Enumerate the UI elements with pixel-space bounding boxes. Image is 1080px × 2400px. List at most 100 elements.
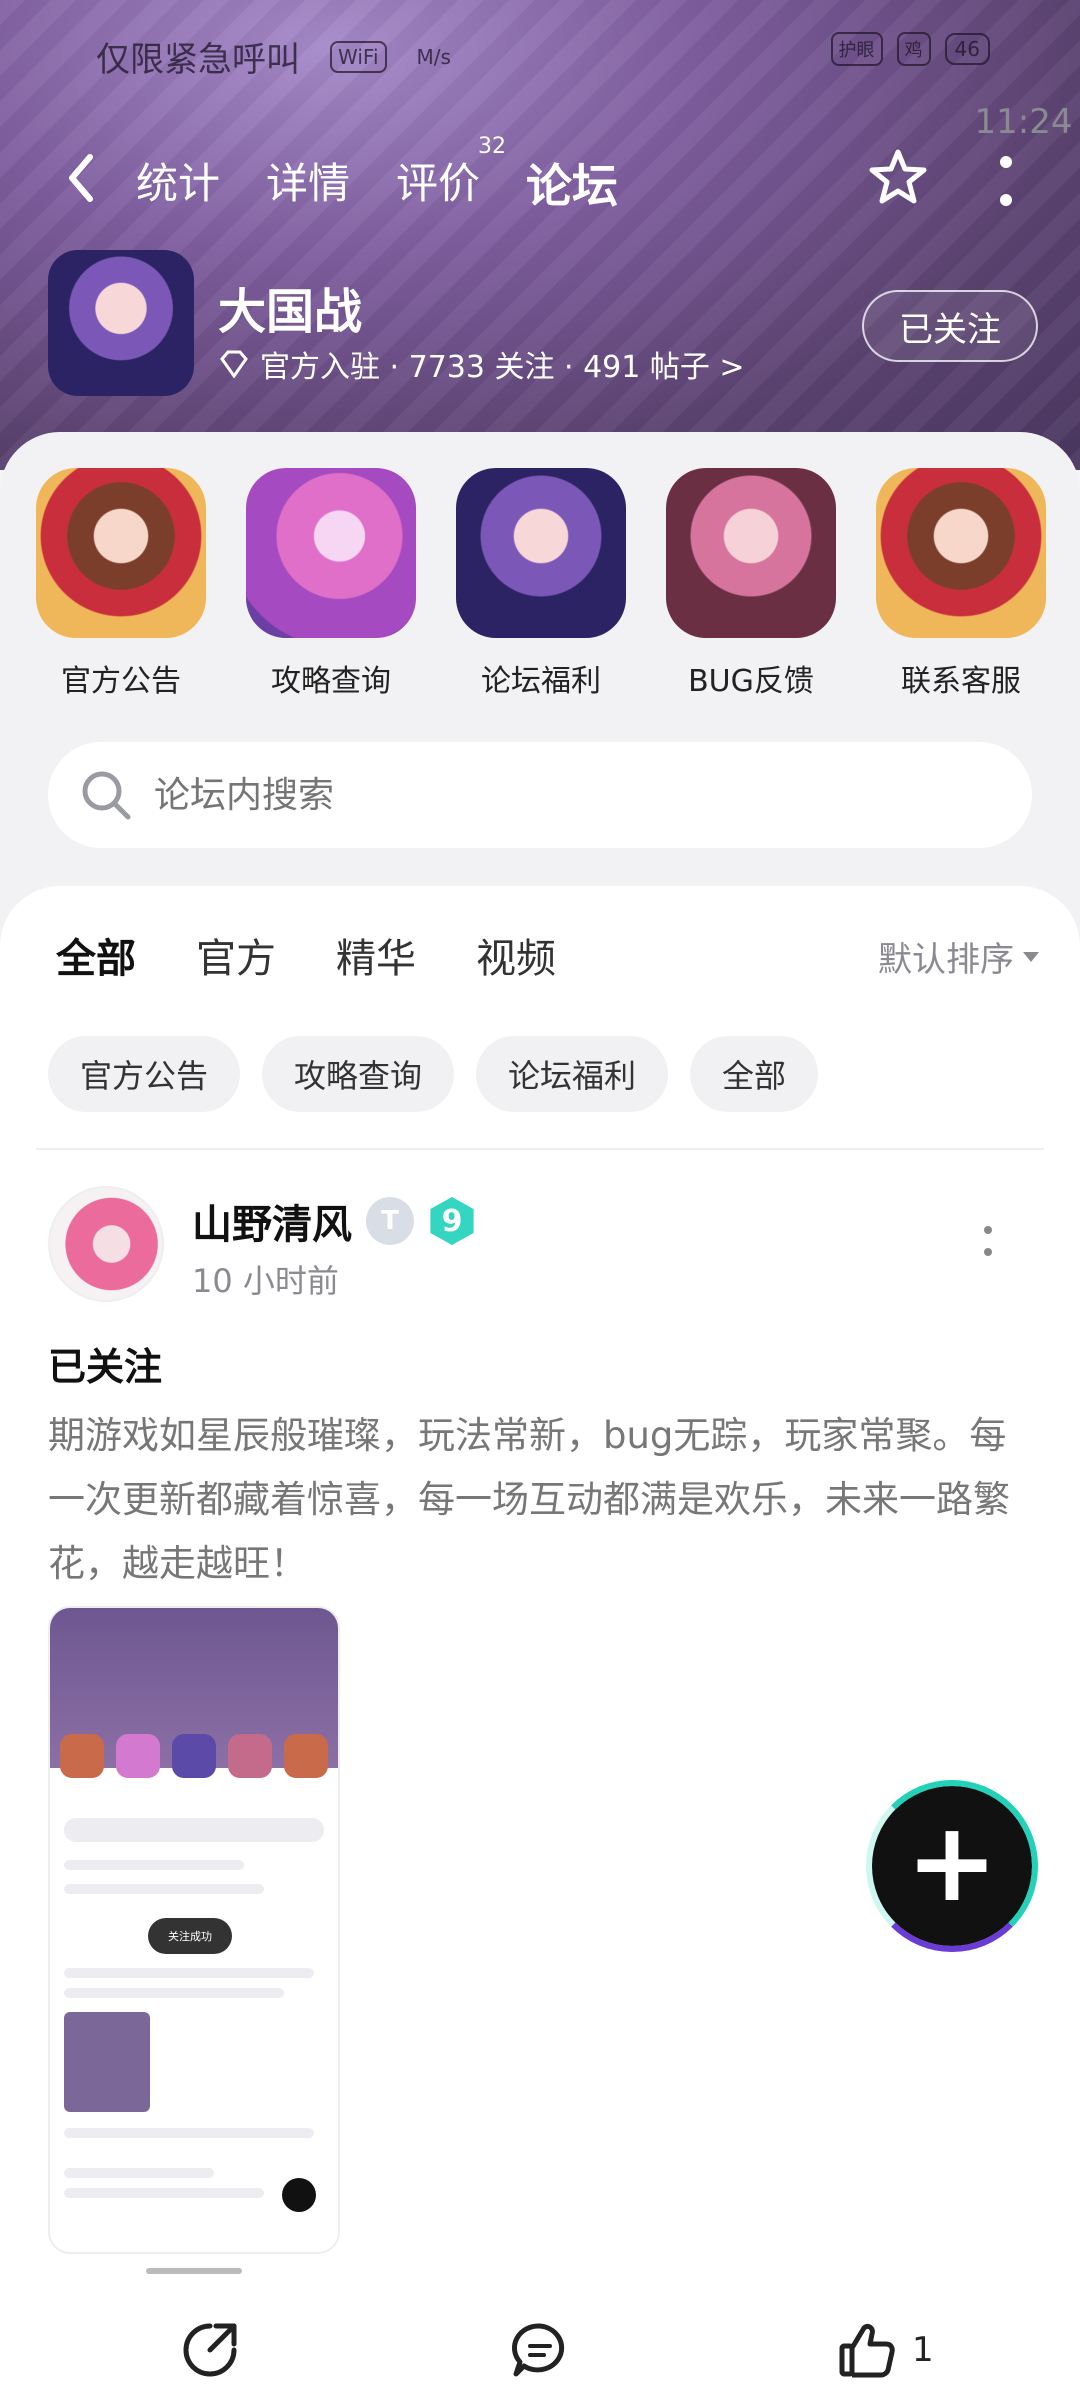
thumbnail-line xyxy=(64,2128,314,2138)
game-title: 大国战 xyxy=(218,284,363,340)
app-badge-icon: 鸡 xyxy=(896,32,931,66)
chip-guides[interactable]: 攻略查询 xyxy=(262,1036,455,1112)
thumbnail-toast: 关注成功 xyxy=(148,1918,232,1954)
quick-entry-label: 官方公告 xyxy=(61,664,181,699)
carrier-text: 仅限紧急呼叫 xyxy=(96,40,300,80)
tab-reviews[interactable]: 评价 32 xyxy=(396,134,506,216)
author-row: 山野清风 T 9 xyxy=(192,1192,476,1250)
home-indicator xyxy=(146,2268,242,2274)
top-tabs: 统计 详情 评价 32 论坛 xyxy=(136,134,625,224)
quick-entry-announcements[interactable]: 官方公告 xyxy=(36,468,206,700)
tab-details[interactable]: 详情 xyxy=(266,150,350,216)
feed-tab-featured[interactable]: 精华 xyxy=(336,926,416,984)
feed-tab-video[interactable]: 视频 xyxy=(476,926,556,984)
status-right: 护眼 鸡 46 11:24 xyxy=(830,32,1073,142)
quick-entry-welfare[interactable]: 论坛福利 xyxy=(456,468,626,700)
comment-button[interactable] xyxy=(510,2320,570,2380)
author-name[interactable]: 山野清风 xyxy=(192,1192,352,1250)
avatar[interactable] xyxy=(48,1186,164,1302)
search-icon xyxy=(82,771,131,820)
quick-entry-support[interactable]: 联系客服 xyxy=(876,468,1046,700)
like-count: 1 xyxy=(912,2330,934,2370)
follow-button[interactable]: 已关注 xyxy=(862,290,1038,362)
like-button[interactable]: 1 xyxy=(836,2320,934,2380)
title-badge-icon: T xyxy=(366,1197,414,1245)
eye-care-icon: 护眼 xyxy=(830,32,883,66)
caret-down-icon xyxy=(1023,951,1039,962)
top-navigation: 统计 详情 评价 32 论坛 xyxy=(0,130,1080,230)
thumbnail-line xyxy=(64,1988,284,1998)
thumbnail-line xyxy=(64,2168,214,2178)
feed-tab-all[interactable]: 全部 xyxy=(56,926,136,992)
search-bar[interactable] xyxy=(48,742,1032,848)
reviews-count-badge: 32 xyxy=(478,134,507,159)
thumbnail-tile xyxy=(116,1734,160,1778)
status-bar: 仅限紧急呼叫 WiFi M/s 护眼 鸡 46 11:24 xyxy=(0,20,1080,142)
chip-all[interactable]: 全部 xyxy=(690,1036,819,1112)
quick-entry-label: 联系客服 xyxy=(901,664,1021,699)
sort-label: 默认排序 xyxy=(878,940,1014,980)
plus-icon: + xyxy=(905,1798,999,1926)
battery-icon: 46 xyxy=(944,33,990,65)
tab-reviews-label: 评价 xyxy=(396,159,481,208)
post-time: 10 小时前 xyxy=(192,1262,339,1300)
share-icon xyxy=(183,2323,237,2377)
quick-entry-label: BUG反馈 xyxy=(688,664,814,699)
sort-dropdown[interactable]: 默认排序 xyxy=(878,932,1040,981)
more-icon[interactable] xyxy=(998,156,1014,206)
wifi-icon: WiFi xyxy=(330,40,387,73)
quick-entry-image xyxy=(876,468,1046,638)
feed-content: 全部 官方 精华 视频 默认排序 官方公告 攻略查询 论坛福利 全部 山野清风 xyxy=(0,886,1080,2400)
share-button[interactable] xyxy=(180,2320,240,2380)
divider xyxy=(36,1148,1044,1150)
thumbnail-tile xyxy=(60,1734,104,1778)
game-meta[interactable]: 官方入驻 · 7733 关注 · 491 帖子 > xyxy=(218,342,745,386)
quick-entry-image xyxy=(666,468,836,638)
network-speed: M/s xyxy=(416,44,451,69)
post-tag: 已关注 xyxy=(48,1345,163,1389)
post-more-icon[interactable] xyxy=(984,1226,998,1256)
tab-stats[interactable]: 统计 xyxy=(136,150,220,216)
thumbnail-tile xyxy=(282,2178,316,2212)
status-left: 仅限紧急呼叫 WiFi M/s xyxy=(96,32,451,81)
quick-entry-image xyxy=(246,468,416,638)
game-meta-text: 官方入驻 · 7733 关注 · 491 帖子 > xyxy=(260,350,745,385)
feed-tabs: 全部 官方 精华 视频 xyxy=(56,926,556,992)
thumbnail-tile xyxy=(284,1734,328,1778)
game-logo[interactable] xyxy=(48,250,194,396)
tab-forum[interactable]: 论坛 xyxy=(520,150,625,224)
feed-tab-official[interactable]: 官方 xyxy=(196,926,276,984)
quick-entry-image xyxy=(456,468,626,638)
back-arrow-icon[interactable] xyxy=(56,148,106,208)
quick-entry-label: 攻略查询 xyxy=(271,664,391,699)
forum-sheet: 官方公告 攻略查询 论坛福利 BUG反馈 联系客服 论坛内搜索 全部 官方 精华… xyxy=(0,432,1080,2400)
diamond-icon xyxy=(220,350,248,378)
game-info: 大国战 官方入驻 · 7733 关注 · 491 帖子 > 已关注 xyxy=(48,250,1038,400)
thumbnail-tile xyxy=(64,2012,150,2112)
thumbnail-line xyxy=(64,2188,264,2198)
quick-entries: 官方公告 攻略查询 论坛福利 BUG反馈 联系客服 xyxy=(36,468,1046,700)
quick-entry-bug-report[interactable]: BUG反馈 xyxy=(666,468,836,700)
chip-welfare[interactable]: 论坛福利 xyxy=(476,1036,669,1112)
forum-page: 仅限紧急呼叫 WiFi M/s 护眼 鸡 46 11:24 统计 详情 评价 3… xyxy=(0,0,1080,2400)
comment-icon xyxy=(511,2323,565,2377)
star-icon[interactable] xyxy=(866,146,930,210)
thumbnail-line xyxy=(64,1818,324,1842)
thumbnail-tile xyxy=(172,1734,216,1778)
level-badge: 9 xyxy=(430,1197,474,1245)
thumbnail-tile xyxy=(228,1734,272,1778)
thumbs-up-icon xyxy=(839,2323,895,2378)
search-input[interactable] xyxy=(154,774,954,816)
bottom-action-bar: 1 xyxy=(0,2300,1080,2400)
thumbnail-line xyxy=(64,1860,244,1870)
quick-entry-image xyxy=(36,468,206,638)
post-body: 期游戏如星辰般璀璨，玩法常新，bug无踪，玩家常聚。每一次更新都藏着惊喜，每一场… xyxy=(48,1414,1010,1585)
thumbnail-line xyxy=(64,1968,314,1978)
thumbnail-line xyxy=(64,1884,264,1894)
add-post-button[interactable]: + xyxy=(866,1780,1038,1952)
quick-entry-label: 论坛福利 xyxy=(481,664,601,699)
chip-announcements[interactable]: 官方公告 xyxy=(48,1036,241,1112)
filter-chips: 官方公告 攻略查询 论坛福利 全部 xyxy=(48,1036,819,1112)
post-image-thumbnail[interactable]: 关注成功 xyxy=(48,1606,340,2254)
quick-entry-guides[interactable]: 攻略查询 xyxy=(246,468,416,700)
